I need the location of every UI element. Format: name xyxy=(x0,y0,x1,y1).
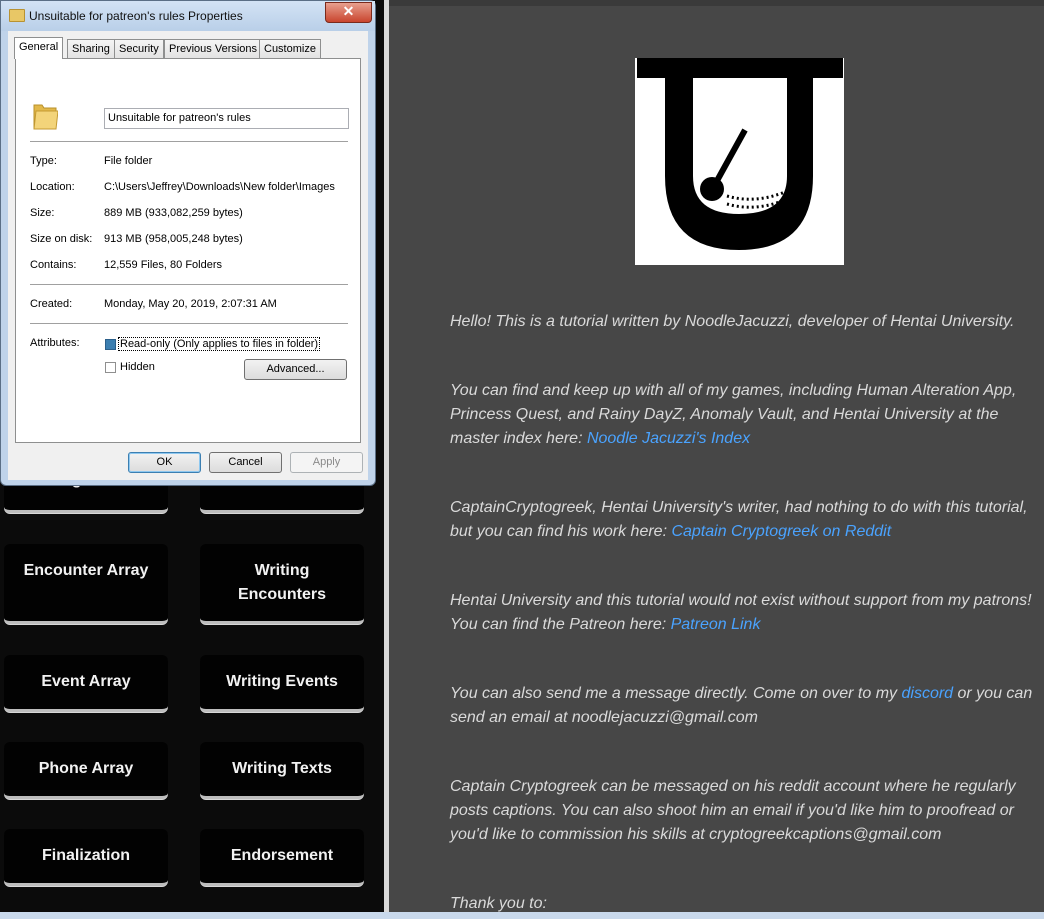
general-tab-panel: Unsuitable for patreon's rules Type: Fil… xyxy=(15,58,361,443)
hidden-label[interactable]: Hidden xyxy=(120,361,155,373)
button-label: Writing Texts xyxy=(232,760,332,777)
event-array-button[interactable]: Event Array xyxy=(4,655,168,712)
patreon-paragraph: Hentai University and this tutorial woul… xyxy=(450,589,1035,637)
folder-name-input[interactable]: Unsuitable for patreon's rules xyxy=(104,108,349,129)
folder-icon xyxy=(33,104,58,130)
button-label: Writing Encounters xyxy=(237,562,326,603)
writer-paragraph: CaptainCryptogreek, Hentai University's … xyxy=(450,496,1035,544)
contains-value: 12,559 Files, 80 Folders xyxy=(104,259,223,271)
writing-texts-button[interactable]: Writing Texts xyxy=(200,742,364,799)
endorsement-button[interactable]: Endorsement xyxy=(200,829,364,886)
discord-link[interactable]: discord xyxy=(901,685,953,702)
tab-previous-versions[interactable]: Previous Versions xyxy=(164,39,263,58)
writing-encounters-button[interactable]: Writing Encounters xyxy=(200,544,364,624)
button-label: Endorsement xyxy=(230,847,334,864)
size-on-disk-value: 913 MB (958,005,248 bytes) xyxy=(104,233,243,245)
separator xyxy=(30,141,348,142)
folder-name-value: Unsuitable for patreon's rules xyxy=(108,112,251,124)
button-label: Phone Array xyxy=(38,760,134,777)
tab-customize[interactable]: Customize xyxy=(259,39,321,58)
tab-label: Customize xyxy=(264,43,316,55)
advanced-button[interactable]: Advanced... xyxy=(244,359,347,380)
phone-array-button[interactable]: Phone Array xyxy=(4,742,168,799)
dialog-title: Unsuitable for patreon's rules Propertie… xyxy=(29,9,243,23)
size-value: 889 MB (933,082,259 bytes) xyxy=(104,207,243,219)
window-bottom-edge xyxy=(0,912,1044,919)
finalization-button[interactable]: Finalization xyxy=(4,829,168,886)
cancel-label: Cancel xyxy=(228,456,263,468)
location-value: C:\Users\Jeffrey\Downloads\New folder\Im… xyxy=(104,181,335,193)
captain-text: Captain Cryptogreek can be messaged on h… xyxy=(450,778,1016,843)
type-value: File folder xyxy=(104,155,153,167)
size-label: Size: xyxy=(30,207,55,219)
patreon-link[interactable]: Patreon Link xyxy=(671,616,761,633)
hidden-checkbox[interactable] xyxy=(105,362,116,373)
noodle-index-link[interactable]: Noodle Jacuzzi's Index xyxy=(587,430,750,447)
type-label: Type: xyxy=(30,155,57,167)
hentai-university-logo xyxy=(635,58,844,265)
dialog-titlebar[interactable]: Unsuitable for patreon's rules Propertie… xyxy=(1,1,375,31)
dialog-client-area: General Sharing Security Previous Versio… xyxy=(8,31,368,480)
readonly-label[interactable]: Read-only (Only applies to files in fold… xyxy=(118,337,321,351)
tab-label: Security xyxy=(119,43,159,55)
separator xyxy=(30,284,348,285)
games-paragraph: You can find and keep up with all of my … xyxy=(450,379,1035,451)
tab-sharing[interactable]: Sharing xyxy=(67,39,115,58)
created-label: Created: xyxy=(30,298,73,310)
button-label: Encounter Array xyxy=(23,562,149,579)
button-label: Finalization xyxy=(42,847,130,864)
captain-reddit-link[interactable]: Captain Cryptogreek on Reddit xyxy=(671,523,891,540)
tab-security[interactable]: Security xyxy=(114,39,164,58)
size-on-disk-label: Size on disk: xyxy=(30,233,93,245)
cancel-button[interactable]: Cancel xyxy=(209,452,282,473)
tab-general[interactable]: General xyxy=(14,37,64,59)
apply-button[interactable]: Apply xyxy=(290,452,363,473)
intro-text: Hello! This is a tutorial written by Noo… xyxy=(450,313,1015,330)
message-text: You can also send me a message directly.… xyxy=(450,685,902,702)
encounter-array-button[interactable]: Encounter Array xyxy=(4,544,168,624)
thanks-text: Thank you to: xyxy=(450,895,547,912)
tutorial-content-panel: Hello! This is a tutorial written by Noo… xyxy=(389,0,1044,912)
contains-label: Contains: xyxy=(30,259,77,271)
location-label: Location: xyxy=(30,181,75,193)
apply-label: Apply xyxy=(312,456,341,468)
folder-properties-dialog: Unsuitable for patreon's rules Propertie… xyxy=(0,0,376,486)
readonly-checkbox[interactable] xyxy=(105,339,116,350)
writing-events-button[interactable]: Writing Events xyxy=(200,655,364,712)
attributes-label: Attributes: xyxy=(30,337,80,349)
captain-paragraph: Captain Cryptogreek can be messaged on h… xyxy=(450,775,1035,847)
tab-label: General xyxy=(19,41,59,53)
tab-label: Previous Versions xyxy=(169,43,258,55)
separator xyxy=(30,323,348,324)
ok-label: OK xyxy=(156,456,173,468)
created-value: Monday, May 20, 2019, 2:07:31 AM xyxy=(104,298,277,310)
close-button[interactable]: ✕ xyxy=(325,2,372,23)
button-label: Event Array xyxy=(41,673,131,690)
button-label: Writing Events xyxy=(226,673,338,690)
advanced-label: Advanced... xyxy=(266,363,325,375)
message-paragraph: You can also send me a message directly.… xyxy=(450,682,1035,730)
tab-label: Sharing xyxy=(72,43,110,55)
folder-icon xyxy=(9,9,25,22)
close-icon: ✕ xyxy=(342,3,355,19)
intro-paragraph: Hello! This is a tutorial written by Noo… xyxy=(450,310,1035,334)
ok-button[interactable]: OK xyxy=(128,452,201,473)
